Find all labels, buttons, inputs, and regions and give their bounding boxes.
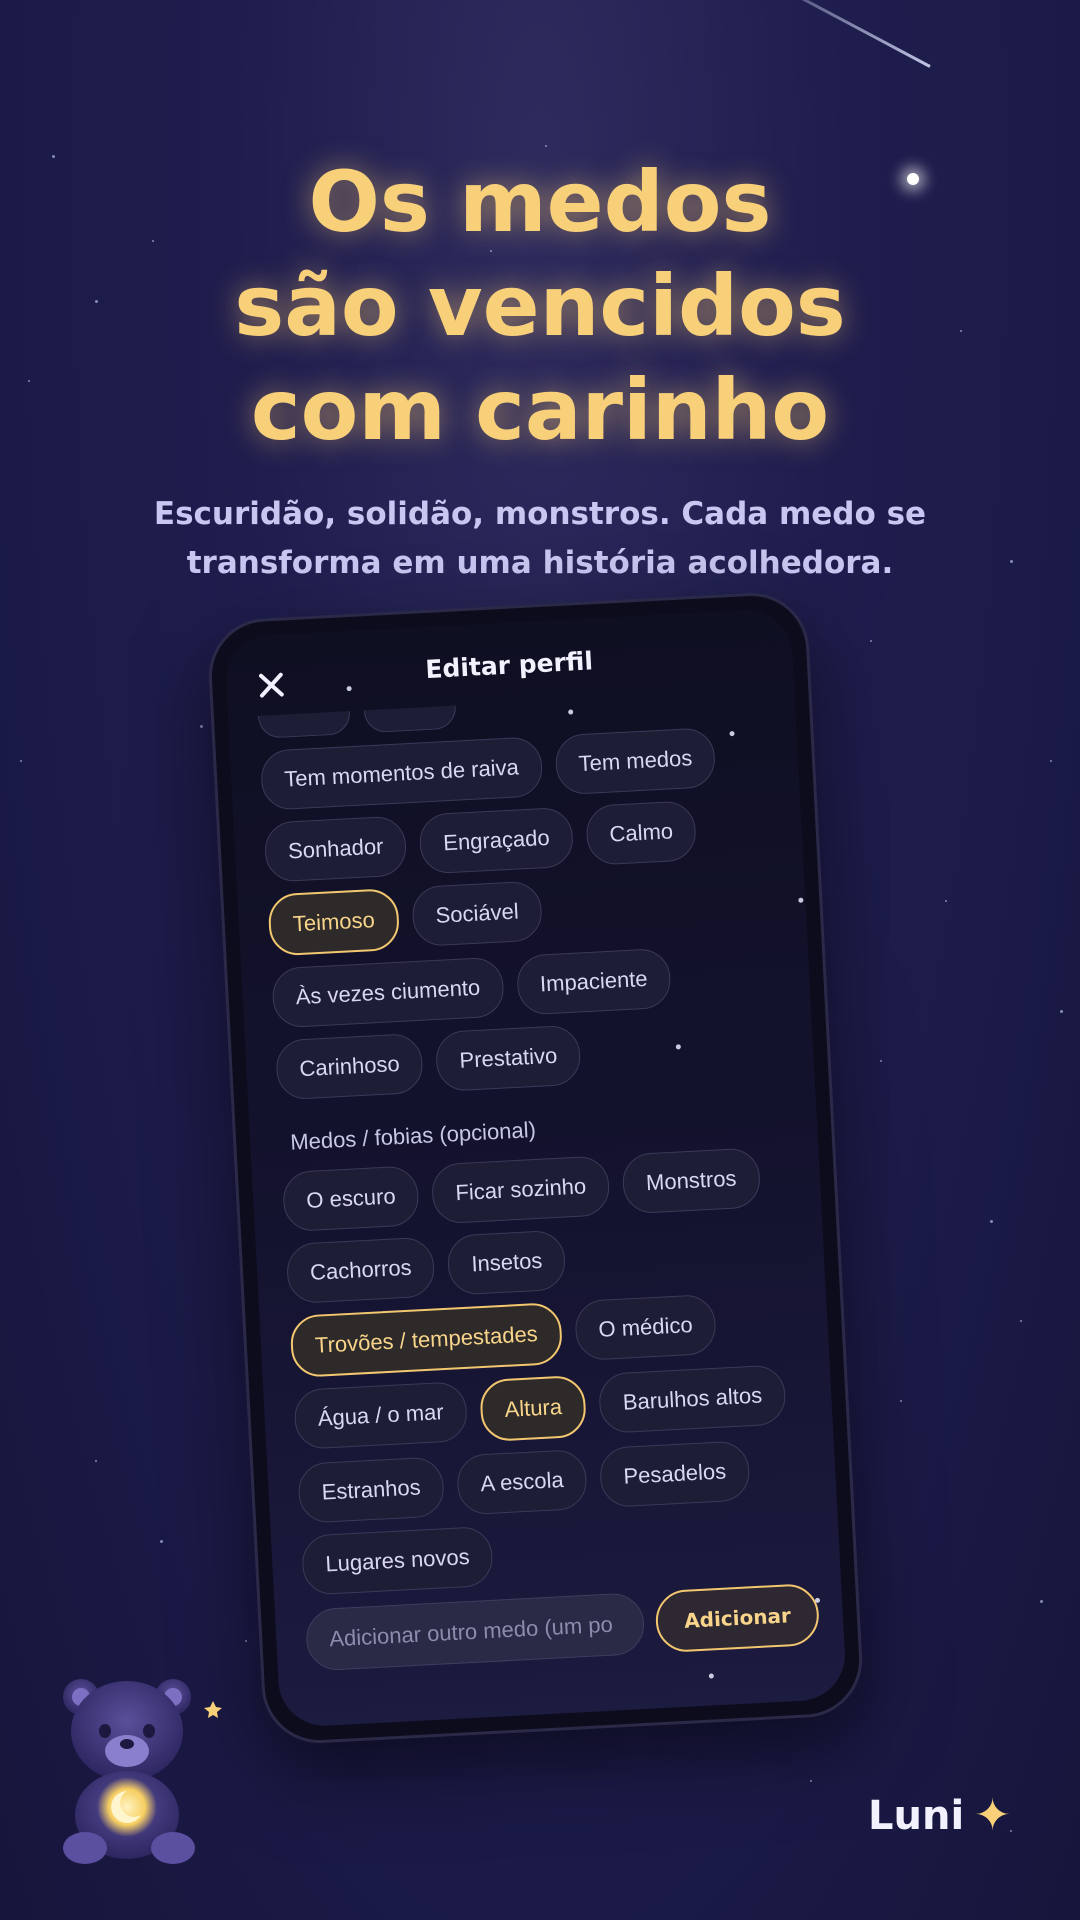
fear-chip[interactable]: Altura — [478, 1374, 588, 1443]
background-star — [990, 1220, 993, 1223]
phone-screen: Editar perfil Tem momentos de raiva Tem m… — [223, 607, 848, 1729]
background-star — [810, 1780, 812, 1782]
phone-mockup: Editar perfil Tem momentos de raiva Tem m… — [205, 590, 866, 1746]
subtitle: Escuridão, solidão, monstros. Cada medo … — [153, 496, 927, 581]
fear-chip[interactable]: Pesadelos — [598, 1440, 751, 1508]
screen-title: Editar perfil — [424, 646, 594, 685]
trait-chip[interactable]: Engraçado — [418, 806, 575, 875]
trait-chip[interactable]: Prestativo — [435, 1024, 582, 1092]
fear-chip[interactable]: Barulhos altos — [598, 1364, 787, 1434]
background-star — [245, 1640, 247, 1642]
add-fear-input[interactable] — [304, 1591, 646, 1672]
background-star — [1050, 760, 1052, 762]
fear-chip[interactable]: Lugares novos — [300, 1525, 495, 1596]
background-star — [1040, 1600, 1043, 1603]
trait-chip[interactable]: Tem medos — [554, 727, 717, 796]
add-fear-row: Adicionar — [304, 1582, 821, 1672]
fear-chip[interactable]: Monstros — [621, 1147, 761, 1215]
trait-chip[interactable]: Calmo — [584, 800, 698, 866]
fear-chip[interactable]: O escuro — [281, 1165, 421, 1233]
background-star — [1020, 1320, 1022, 1322]
add-fear-button[interactable]: Adicionar — [654, 1582, 821, 1654]
headline-line-2: são vencidos — [234, 257, 846, 355]
fear-chip[interactable]: A escola — [456, 1448, 589, 1516]
brand-name: Luni — [868, 1792, 965, 1839]
background-star — [95, 1460, 97, 1462]
fear-chip[interactable]: Insetos — [446, 1229, 567, 1296]
screen-star — [708, 1673, 714, 1679]
background-star — [880, 1060, 882, 1062]
sparkle-icon: ✦ — [974, 1790, 1012, 1841]
trait-chip[interactable]: Teimoso — [267, 887, 401, 957]
trait-chip[interactable]: Tem momentos de raiva — [259, 736, 544, 811]
background-star — [160, 1540, 163, 1543]
bear-mascot — [63, 1679, 222, 1864]
background-star — [1060, 1010, 1063, 1013]
background-star — [545, 145, 547, 147]
background-star — [945, 900, 947, 902]
fear-chip[interactable]: Ficar sozinho — [430, 1155, 611, 1225]
screen-star — [798, 897, 804, 903]
trait-chip[interactable]: Sociável — [411, 880, 544, 948]
fear-chip[interactable]: O médico — [573, 1293, 718, 1362]
fear-chip[interactable]: Água / o mar — [293, 1380, 469, 1450]
headline-line-1: Os medos — [308, 153, 772, 251]
background-star — [20, 760, 22, 762]
brand-logo: Luni ✦ — [868, 1790, 1011, 1841]
headline-line-3: com carinho — [250, 361, 830, 459]
fear-chip[interactable]: Trovões / tempestades — [289, 1301, 564, 1378]
trait-chip[interactable]: Sonhador — [263, 815, 408, 883]
background-star — [200, 725, 203, 728]
trait-chip[interactable]: Carinhoso — [274, 1032, 425, 1101]
trait-chip-partial[interactable] — [363, 705, 457, 734]
trait-chip[interactable]: Impaciente — [515, 947, 673, 1016]
fears-section-label: Medos / fobias (opcional) — [289, 1116, 537, 1155]
headline: Os medos são vencidos com carinho — [0, 150, 1080, 462]
fear-chip[interactable]: Estranhos — [297, 1456, 446, 1524]
profile-form: Tem momentos de raiva Tem medos Sonhador En… — [257, 689, 821, 1672]
trait-chip[interactable]: Às vezes ciumento — [271, 956, 505, 1029]
star-icon — [204, 1701, 222, 1718]
fear-chips: O escuro Ficar sozinho Monstros Cachorros In… — [281, 1145, 816, 1596]
trait-chip-partial[interactable] — [257, 711, 352, 739]
background-star — [900, 1400, 902, 1402]
background-star — [1010, 560, 1013, 563]
fear-chip[interactable]: Cachorros — [285, 1236, 437, 1305]
shooting-star — [726, 0, 931, 68]
trait-chips: Tem momentos de raiva Tem medos Sonhador En… — [259, 724, 791, 1101]
background-star — [870, 640, 872, 642]
